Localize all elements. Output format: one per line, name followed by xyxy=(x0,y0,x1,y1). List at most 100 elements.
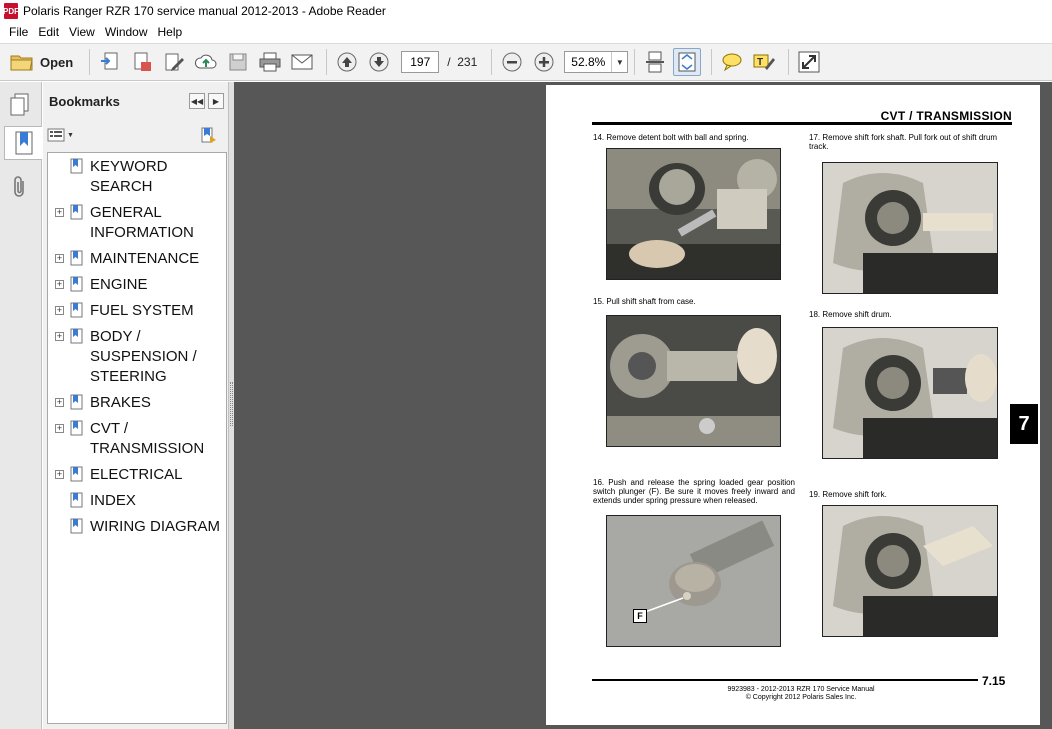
arrow-up-circle-icon xyxy=(337,52,357,72)
menu-view[interactable]: View xyxy=(64,25,100,39)
bookmark-item[interactable]: + CVT / TRANSMISSION xyxy=(48,419,226,459)
bookmark-label: GENERAL INFORMATION xyxy=(90,204,194,241)
photo-shift-fork-image xyxy=(823,506,997,636)
bookmark-item[interactable]: + ENGINE xyxy=(48,275,226,295)
expand-arrows-icon xyxy=(798,51,820,73)
photo-shift-drum-image xyxy=(823,328,997,458)
toolbar-separator xyxy=(89,49,91,75)
photo-shift-fork-shaft xyxy=(822,162,998,294)
photo-plunger xyxy=(606,515,781,647)
attachments-button[interactable] xyxy=(4,170,36,204)
highlight-text-button[interactable]: T xyxy=(750,48,778,76)
expand-plus-icon[interactable]: + xyxy=(55,254,64,263)
bookmark-options-button[interactable]: ▼ xyxy=(47,128,74,142)
bookmark-item[interactable]: + MAINTENANCE xyxy=(48,249,226,269)
edit-pdf-button[interactable] xyxy=(160,48,188,76)
toolbar-separator xyxy=(326,49,328,75)
zoom-select[interactable]: ▼ xyxy=(564,51,629,73)
bookmark-icon xyxy=(70,276,83,292)
photo-plunger-image xyxy=(607,516,780,646)
export-pdf-icon xyxy=(134,52,152,71)
page-thumbnails-button[interactable] xyxy=(4,88,36,122)
expand-plus-icon[interactable]: + xyxy=(55,398,64,407)
scroll-pages-icon xyxy=(646,51,665,73)
menu-window[interactable]: Window xyxy=(100,25,153,39)
photo-shift-shaft xyxy=(606,315,781,447)
bookmark-icon xyxy=(70,466,83,482)
bookmark-item[interactable]: + BRAKES xyxy=(48,393,226,413)
menu-help[interactable]: Help xyxy=(153,25,188,39)
menu-edit[interactable]: Edit xyxy=(33,25,64,39)
page-total: / 231 xyxy=(447,55,478,69)
comment-button[interactable] xyxy=(718,48,746,76)
full-screen-button[interactable] xyxy=(795,48,823,76)
bookmark-icon xyxy=(70,158,83,174)
page-number: 7.15 xyxy=(982,674,1006,688)
upload-button[interactable] xyxy=(192,48,220,76)
collapse-panel-button[interactable]: ◀◀ xyxy=(189,93,205,109)
toolbar-separator xyxy=(491,49,493,75)
zoom-in-button[interactable] xyxy=(530,48,558,76)
bookmark-item[interactable]: + ELECTRICAL xyxy=(48,465,226,485)
photo-detent-bolt xyxy=(606,148,781,280)
expand-plus-icon[interactable]: + xyxy=(55,280,64,289)
bookmark-label: MAINTENANCE xyxy=(90,250,200,267)
zoom-out-button[interactable] xyxy=(498,48,526,76)
edit-pencil-icon xyxy=(165,53,185,71)
double-chevron-left-icon: ◀◀ xyxy=(190,96,204,106)
bookmark-label: INDEX xyxy=(90,492,136,509)
bookmark-item[interactable]: + BODY / SUSPENSION / STEERING xyxy=(48,327,226,387)
expand-bookmark-button[interactable] xyxy=(200,126,218,149)
paperclip-icon xyxy=(14,176,24,197)
envelope-icon xyxy=(291,54,313,70)
bookmark-item[interactable]: INDEX xyxy=(48,491,226,511)
arrow-down-circle-icon xyxy=(369,52,389,72)
email-button[interactable] xyxy=(288,48,316,76)
expand-plus-icon[interactable]: + xyxy=(55,470,64,479)
bookmark-item[interactable]: + FUEL SYSTEM xyxy=(48,301,226,321)
title-bar: PDF Polaris Ranger RZR 170 service manua… xyxy=(0,0,1052,22)
expand-plus-icon[interactable]: + xyxy=(55,208,64,217)
expand-plus-icon[interactable]: + xyxy=(55,306,64,315)
previous-page-button[interactable] xyxy=(333,48,361,76)
step-14-text: 14. Remove detent bolt with ball and spr… xyxy=(593,133,749,142)
navigation-pane-strip xyxy=(0,82,42,729)
expand-plus-icon[interactable]: + xyxy=(55,424,64,433)
expand-plus-icon[interactable]: + xyxy=(55,332,64,341)
fit-page-icon xyxy=(678,52,696,72)
svg-text:T: T xyxy=(757,57,763,68)
bookmark-item[interactable]: + GENERAL INFORMATION xyxy=(48,203,226,243)
chevron-down-icon[interactable]: ▼ xyxy=(611,52,627,72)
toolbar-separator xyxy=(788,49,790,75)
create-pdf-button[interactable] xyxy=(96,48,124,76)
splitter-grip[interactable] xyxy=(230,382,233,426)
bookmark-label: ENGINE xyxy=(90,276,148,293)
bookmarks-button[interactable] xyxy=(4,126,42,160)
scrolling-mode-button[interactable] xyxy=(641,48,669,76)
header-rule xyxy=(592,122,1012,125)
pdf-page: CVT / TRANSMISSION 14. Remove detent bol… xyxy=(546,85,1040,725)
fit-page-button[interactable] xyxy=(673,48,702,76)
bookmark-item[interactable]: WIRING DIAGRAM xyxy=(48,517,226,537)
page-header-title: CVT / TRANSMISSION xyxy=(880,109,1012,123)
export-pdf-button[interactable] xyxy=(128,48,156,76)
document-viewport[interactable]: CVT / TRANSMISSION 14. Remove detent bol… xyxy=(234,82,1052,729)
next-page-button[interactable] xyxy=(365,48,393,76)
step-16-text: 16. Push and release the spring loaded g… xyxy=(593,478,795,505)
bookmark-item[interactable]: KEYWORD SEARCH xyxy=(48,157,226,197)
bookmark-find-icon xyxy=(201,127,216,143)
print-button[interactable] xyxy=(256,48,284,76)
chevron-right-icon: ▶ xyxy=(212,96,220,106)
zoom-input[interactable] xyxy=(565,52,612,72)
bookmarks-panel: Bookmarks ◀◀ ▶ ▼ KEYWORD SEARCH + GENERAL … xyxy=(43,82,229,729)
save-button[interactable] xyxy=(224,48,252,76)
close-panel-button[interactable]: ▶ xyxy=(208,93,224,109)
photo-shift-drum xyxy=(822,327,998,459)
toolbar-separator xyxy=(711,49,713,75)
menu-file[interactable]: File xyxy=(4,25,33,39)
save-disk-icon xyxy=(229,53,247,71)
window-title: Polaris Ranger RZR 170 service manual 20… xyxy=(23,4,386,18)
page-number-input[interactable] xyxy=(401,51,440,73)
printer-icon xyxy=(259,52,281,72)
open-button[interactable]: Open xyxy=(8,48,79,76)
